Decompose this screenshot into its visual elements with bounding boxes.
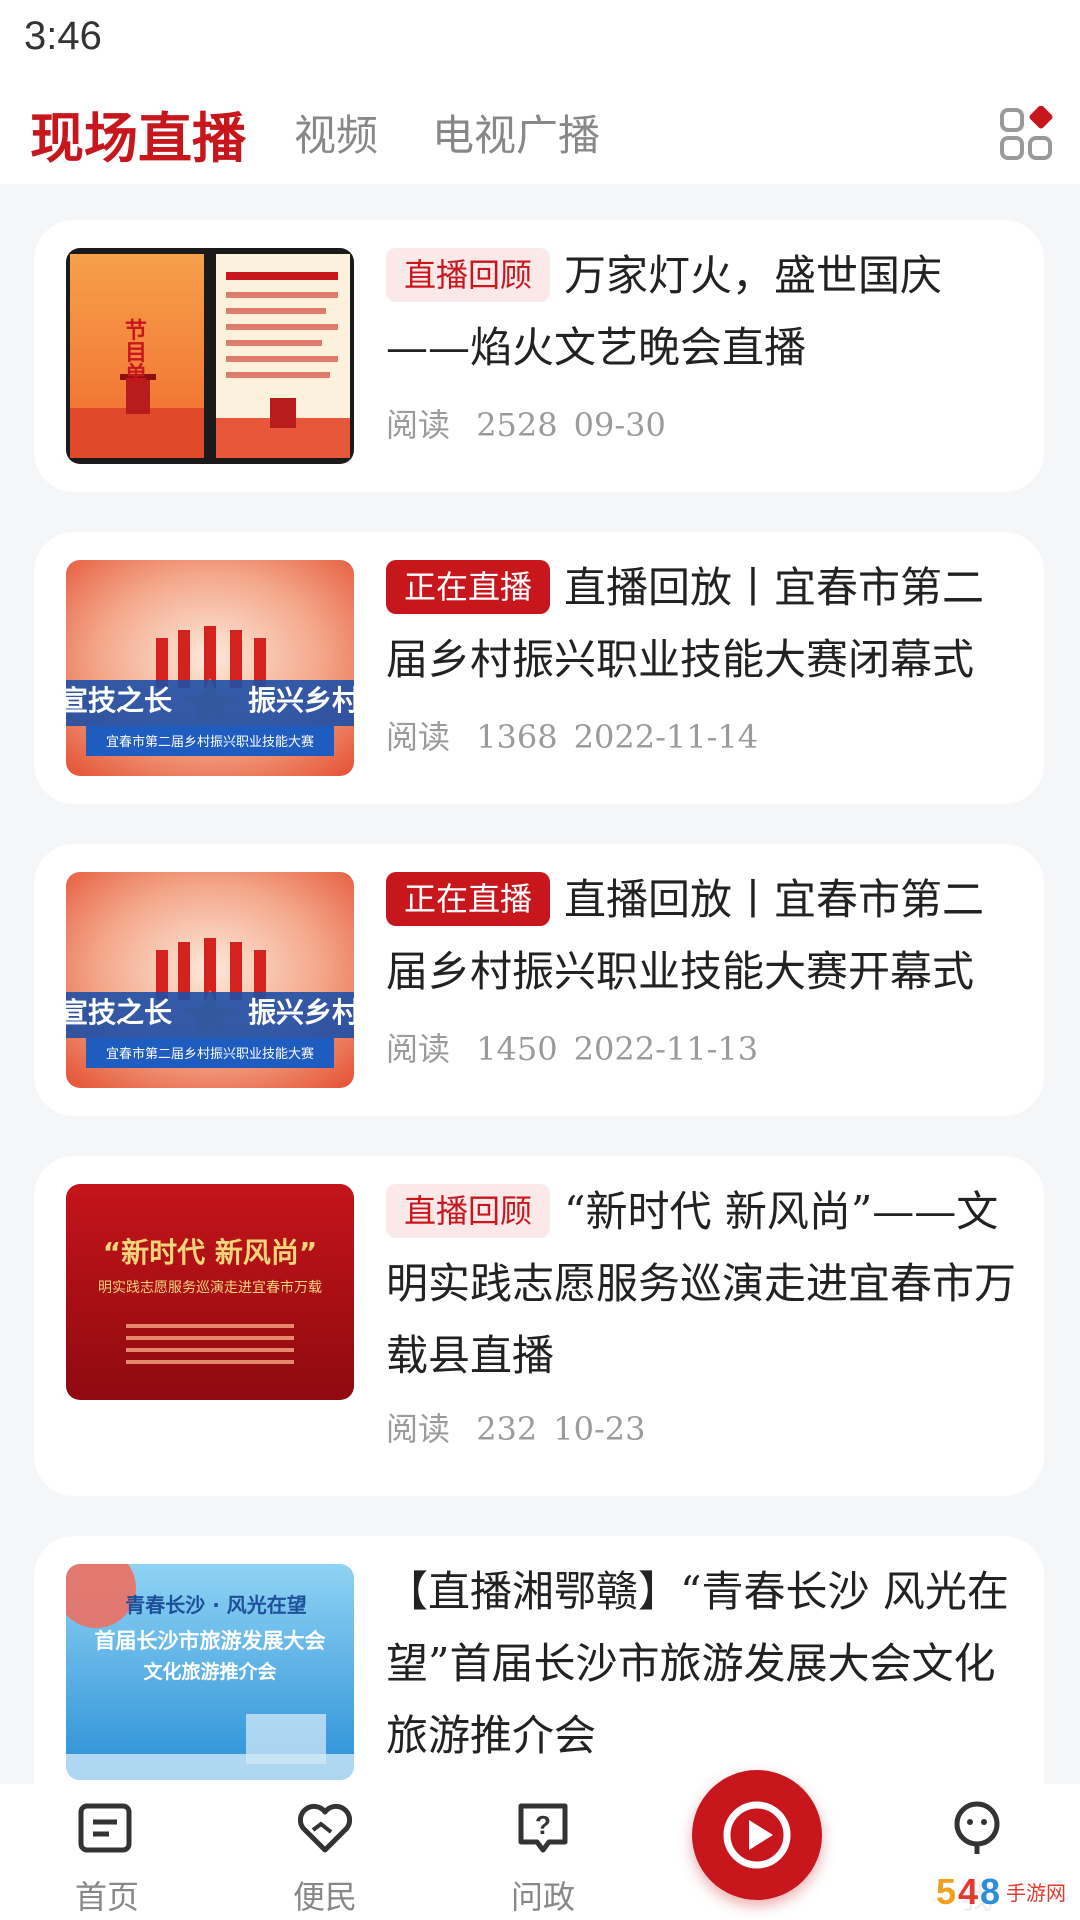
nav-inquiry[interactable]: ? 问政 — [478, 1784, 608, 1920]
card-meta: 阅读 2528 09-30 — [386, 400, 666, 446]
live-feed-list: 节 目 单 直播回顾 万家灯火，盛世国庆——焰火文艺晚会直播 阅读 2528 09-… — [0, 184, 1080, 1784]
replay-badge: 直播回顾 — [386, 1184, 551, 1238]
card-meta: 阅读 1368 2022-11-14 — [386, 712, 758, 758]
live-badge: 正在直播 — [386, 872, 551, 926]
top-tab-bar: 现场直播 视频 电视广播 — [0, 80, 1080, 184]
handshake-heart-icon — [297, 1803, 353, 1853]
reads-label: 阅读 — [386, 1030, 451, 1068]
nav-inquiry-label: 问政 — [510, 1878, 575, 1916]
thumb-text: 振兴乡村 — [248, 996, 354, 1029]
feed-card[interactable]: “新时代 新风尚” 明实践志愿服务巡演走进宜春市万载 直播回顾 “新时代 新风尚”… — [34, 1156, 1044, 1496]
thumb-text: 明实践志愿服务巡演走进宜春市万载 — [98, 1279, 322, 1296]
publish-date: 10-23 — [553, 1410, 646, 1448]
card-title: 【直播湘鄂赣】“青春长沙 风光在望”首届长沙市旅游发展大会文化旅游推介会 — [386, 1556, 1022, 1772]
publish-date: 09-30 — [573, 406, 666, 444]
feed-card[interactable]: 宣技之长 振兴乡村 宜春市第二届乡村振兴职业技能大赛 正在直播 直播回放丨宜春市第… — [34, 844, 1044, 1116]
reads-label: 阅读 — [386, 1410, 451, 1448]
card-meta: 阅读 1450 2022-11-13 — [386, 1024, 758, 1070]
thumb-text: 青春长沙 · 风光在望 — [125, 1593, 307, 1617]
thumb-text: 单 — [125, 363, 147, 388]
thumb-text: 宜春市第二届乡村振兴职业技能大赛 — [106, 1046, 314, 1062]
reads-count: 1368 — [476, 718, 558, 756]
card-thumbnail: 青春长沙 · 风光在望 首届长沙市旅游发展大会 文化旅游推介会 — [66, 1564, 354, 1780]
question-bubble-icon: ? — [518, 1803, 568, 1853]
channel-grid-icon[interactable] — [998, 105, 1054, 162]
card-title-text: 【直播湘鄂赣】“青春长沙 风光在望”首届长沙市旅游发展大会文化旅游推介会 — [386, 1567, 1009, 1760]
thumb-text: 文化旅游推介会 — [143, 1660, 276, 1683]
reads-count: 1450 — [476, 1030, 558, 1068]
card-title: 直播回顾 万家灯火，盛世国庆——焰火文艺晚会直播 — [386, 240, 1022, 384]
thumb-text: 振兴乡村 — [248, 684, 354, 717]
card-thumbnail: 宣技之长 振兴乡村 宜春市第二届乡村振兴职业技能大赛 — [66, 872, 354, 1088]
live-play-button[interactable] — [692, 1770, 822, 1900]
nav-home-label: 首页 — [74, 1878, 139, 1916]
nav-home[interactable]: 首页 — [42, 1784, 172, 1920]
thumb-text: 宜春市第二届乡村振兴职业技能大赛 — [106, 734, 314, 750]
tab-tv-radio[interactable]: 电视广播 — [432, 102, 600, 163]
feed-card[interactable]: 宣技之长 振兴乡村 宜春市第二届乡村振兴职业技能大赛 正在直播 直播回放丨宜春市第… — [34, 532, 1044, 804]
publish-date: 2022-11-13 — [573, 1030, 759, 1068]
card-thumbnail: 节 目 单 — [66, 248, 354, 464]
play-icon — [723, 1801, 791, 1869]
card-thumbnail: 宣技之长 振兴乡村 宜春市第二届乡村振兴职业技能大赛 — [66, 560, 354, 776]
feed-card[interactable]: 节 目 单 直播回顾 万家灯火，盛世国庆——焰火文艺晚会直播 阅读 2528 09-… — [34, 220, 1044, 492]
status-bar: 3:46 — [0, 0, 1080, 80]
thumb-text: 宣技之长 — [66, 996, 172, 1029]
live-badge: 正在直播 — [386, 560, 551, 614]
svg-text:4: 4 — [958, 1871, 978, 1912]
card-meta: 阅读 232 10-23 — [386, 1404, 646, 1450]
watermark-text: 手游网 — [1006, 1881, 1066, 1905]
card-title: 直播回顾 “新时代 新风尚”——文明实践志愿服务巡演走进宜春市万载县直播 — [386, 1176, 1022, 1392]
svg-text:8: 8 — [980, 1871, 1000, 1912]
home-icon — [78, 1803, 132, 1853]
card-title: 正在直播 直播回放丨宜春市第二届乡村振兴职业技能大赛开幕式 — [386, 864, 1022, 1008]
thumb-text: 首届长沙市旅游发展大会 — [95, 1629, 326, 1653]
nav-services[interactable]: 便民 — [260, 1784, 390, 1920]
svg-text:?: ? — [535, 1810, 551, 1840]
tab-video[interactable]: 视频 — [294, 102, 378, 163]
site-watermark: 5 4 8 手游网 — [928, 1864, 1080, 1920]
replay-badge: 直播回顾 — [386, 248, 551, 302]
thumb-text: 宣技之长 — [66, 684, 172, 717]
reads-label: 阅读 — [386, 406, 451, 444]
publish-date: 2022-11-14 — [573, 718, 759, 756]
reads-label: 阅读 — [386, 718, 451, 756]
tab-live[interactable]: 现场直播 — [30, 94, 246, 173]
svg-text:5: 5 — [936, 1871, 956, 1912]
feed-card[interactable]: 青春长沙 · 风光在望 首届长沙市旅游发展大会 文化旅游推介会 【直播湘鄂赣】“… — [34, 1536, 1044, 1784]
bottom-nav-bar: 首页 便民 ? 问政 我 — [0, 1784, 1080, 1920]
profile-icon — [954, 1801, 1000, 1854]
status-time: 3:46 — [24, 14, 102, 58]
card-title: 正在直播 直播回放丨宜春市第二届乡村振兴职业技能大赛闭幕式 — [386, 552, 1022, 696]
reads-count: 2528 — [476, 406, 558, 444]
reads-count: 232 — [476, 1410, 538, 1448]
nav-services-label: 便民 — [292, 1878, 357, 1916]
thumb-text: “新时代 新风尚” — [103, 1236, 318, 1269]
card-thumbnail: “新时代 新风尚” 明实践志愿服务巡演走进宜春市万载 — [66, 1184, 354, 1400]
